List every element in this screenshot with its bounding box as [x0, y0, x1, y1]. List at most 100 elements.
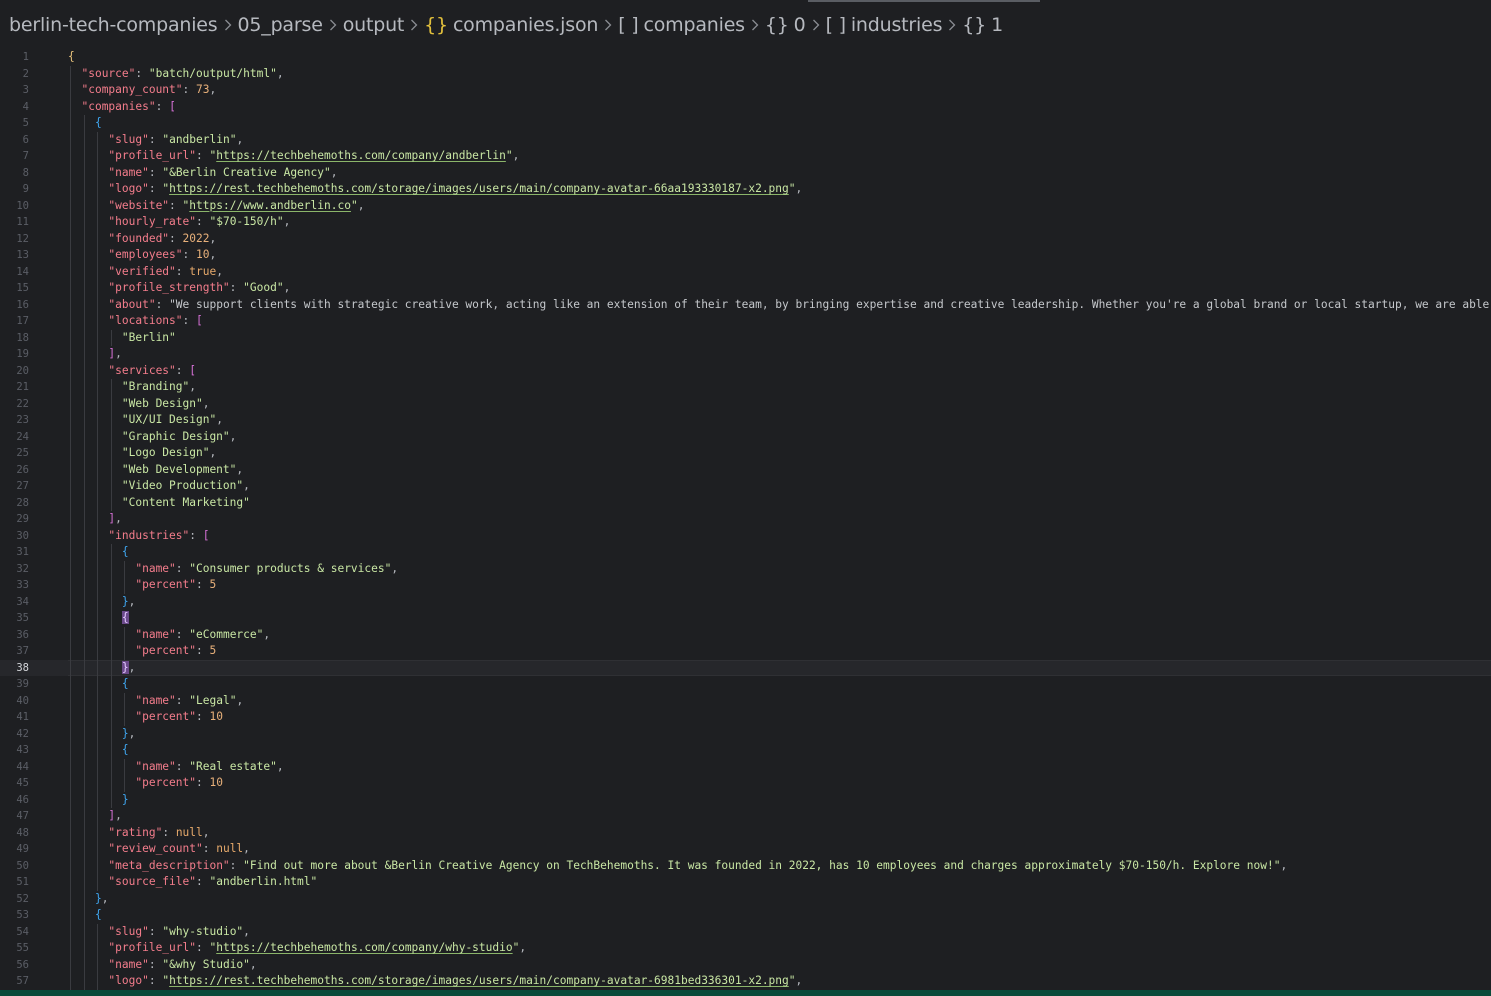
object-icon: {} [424, 14, 448, 36]
code-text: "services": [ [108, 363, 197, 377]
line-number: 25 [16, 447, 29, 459]
code-line[interactable]: 41 "percent": 10 [0, 709, 1491, 726]
code-line[interactable]: 12 "founded": 2022, [0, 230, 1491, 247]
code-line[interactable]: 14 "verified": true, [0, 263, 1491, 280]
code-line[interactable]: 46 } [0, 791, 1491, 808]
code-text: { [121, 611, 129, 624]
breadcrumb-item[interactable]: [ ] companies [618, 14, 745, 36]
code-line[interactable]: 29 ], [0, 511, 1491, 528]
code-text: { [121, 545, 129, 558]
code-line[interactable]: 47 ], [0, 808, 1491, 825]
code-line[interactable]: 24 "Graphic Design", [0, 428, 1491, 445]
code-line[interactable]: 36 "name": "eCommerce", [0, 626, 1491, 643]
code-line[interactable]: 54 "slug": "why-studio", [0, 923, 1491, 940]
line-number: 44 [16, 760, 29, 773]
code-text: "logo": "https://rest.techbehemoths.com/… [108, 974, 803, 987]
code-line[interactable]: 5 { [0, 115, 1491, 132]
breadcrumb-item[interactable]: [ ] industries [826, 14, 943, 36]
code-line[interactable]: 2 "source": "batch/output/html", [0, 65, 1491, 82]
code-line[interactable]: 26 "Web Development", [0, 461, 1491, 478]
code-line[interactable]: 8 "name": "&Berlin Creative Agency", [0, 164, 1491, 181]
code-text: "Web Design", [121, 396, 210, 410]
code-line[interactable]: 45 "percent": 10 [0, 775, 1491, 792]
breadcrumb-item[interactable]: 05_parse [238, 14, 323, 36]
code-line[interactable]: 52 }, [0, 890, 1491, 907]
code-line[interactable]: 9 "logo": "https://rest.techbehemoths.co… [0, 181, 1491, 198]
breadcrumb-label: 1 [991, 14, 1003, 36]
code-line[interactable]: 1{ [0, 49, 1491, 66]
line-number: 27 [16, 480, 29, 492]
breadcrumb-item[interactable]: berlin-tech-companies [9, 14, 218, 36]
line-number: 35 [16, 612, 29, 624]
code-line[interactable]: 13 "employees": 10, [0, 247, 1491, 264]
code-line[interactable]: 34 }, [0, 593, 1491, 610]
code-line[interactable]: 7 "profile_url": "https://techbehemoths.… [0, 148, 1491, 165]
code-text: "name": "eCommerce", [135, 627, 271, 641]
code-line[interactable]: 22 "Web Design", [0, 395, 1491, 412]
code-line[interactable]: 18 "Berlin" [0, 329, 1491, 346]
code-line[interactable]: 15 "profile_strength": "Good", [0, 280, 1491, 297]
code-text: { [94, 116, 102, 129]
breadcrumb-item[interactable]: {} 0 [765, 14, 806, 36]
code-line[interactable]: 32 "name": "Consumer products & services… [0, 560, 1491, 577]
line-number: 14 [16, 265, 29, 278]
code-line[interactable]: 23 "UX/UI Design", [0, 412, 1491, 429]
code-editor[interactable]: 1{2 "source": "batch/output/html", 3 "com… [0, 48, 1491, 990]
code-line[interactable]: 48 "rating": null, [0, 824, 1491, 841]
code-line[interactable]: 57 "logo": "https://rest.techbehemoths.c… [0, 973, 1491, 990]
code-line[interactable]: 39 { [0, 676, 1491, 693]
code-line[interactable]: 51 "source_file": "andberlin.html" [0, 874, 1491, 891]
line-number: 24 [16, 430, 29, 443]
code-text: "source": "batch/output/html", [81, 66, 284, 80]
line-number: 57 [16, 975, 29, 987]
code-line[interactable]: 56 "name": "&why Studio", [0, 956, 1491, 973]
code-text: "review_count": null, [108, 842, 250, 855]
code-line[interactable]: 17 "locations": [ [0, 313, 1491, 330]
line-number: 30 [16, 529, 29, 542]
code-line[interactable]: 19 ], [0, 346, 1491, 363]
breadcrumb-item[interactable]: {} 1 [962, 14, 1003, 36]
code-line[interactable]: 3 "company_count": 73, [0, 82, 1491, 99]
code-line[interactable]: 31 { [0, 544, 1491, 561]
code-line[interactable]: 49 "review_count": null, [0, 841, 1491, 858]
code-line[interactable]: 28 "Content Marketing" [0, 494, 1491, 511]
code-line[interactable]: 10 "website": "https://www.andberlin.co"… [0, 197, 1491, 214]
line-number: 12 [16, 232, 29, 245]
code-text: { [121, 743, 129, 756]
line-number: 31 [16, 546, 29, 558]
code-line[interactable]: 20 "services": [ [0, 362, 1491, 379]
code-line[interactable]: 33 "percent": 5 [0, 577, 1491, 594]
code-text: "Branding", [121, 380, 196, 393]
code-line[interactable]: 16 "about": "We support clients with str… [0, 296, 1491, 313]
code-line[interactable]: 35 { [0, 610, 1491, 627]
code-text: }, [121, 660, 136, 674]
line-number: 50 [16, 859, 29, 872]
code-line[interactable]: 11 "hourly_rate": "$70-150/h", [0, 214, 1491, 231]
code-text: "rating": null, [108, 825, 210, 839]
code-line[interactable]: 55 "profile_url": "https://techbehemoths… [0, 940, 1491, 957]
code-line[interactable]: 43 { [0, 742, 1491, 759]
code-line[interactable]: 4 "companies": [ [0, 98, 1491, 115]
code-line[interactable]: 25 "Logo Design", [0, 445, 1491, 462]
code-line[interactable]: 50 "meta_description": "Find out more ab… [0, 857, 1491, 874]
code-text: "percent": 5 [135, 578, 217, 591]
code-line[interactable]: 40 "name": "Legal", [0, 692, 1491, 709]
code-line[interactable]: 44 "name": "Real estate", [0, 758, 1491, 775]
code-line[interactable]: 37 "percent": 5 [0, 643, 1491, 660]
line-number: 43 [16, 744, 29, 756]
code-line[interactable]: 42 }, [0, 725, 1491, 742]
code-line[interactable]: 6 "slug": "andberlin", [0, 131, 1491, 148]
code-line[interactable]: 53 { [0, 907, 1491, 924]
breadcrumb-label: companies [643, 14, 745, 36]
code-line[interactable]: 21 "Branding", [0, 379, 1491, 396]
code-line[interactable]: 27 "Video Production", [0, 478, 1491, 495]
code-line[interactable]: 38 }, [0, 659, 1491, 676]
code-text: "source_file": "andberlin.html" [108, 875, 318, 888]
code-line[interactable]: 30 "industries": [ [0, 527, 1491, 544]
breadcrumb-item[interactable]: output [343, 14, 405, 36]
line-number: 36 [16, 628, 29, 641]
code-text: }, [94, 891, 109, 905]
code-text: "profile_strength": "Good", [108, 281, 291, 294]
code-text: ], [108, 347, 122, 360]
breadcrumb-item[interactable]: {} companies.json [424, 14, 598, 36]
